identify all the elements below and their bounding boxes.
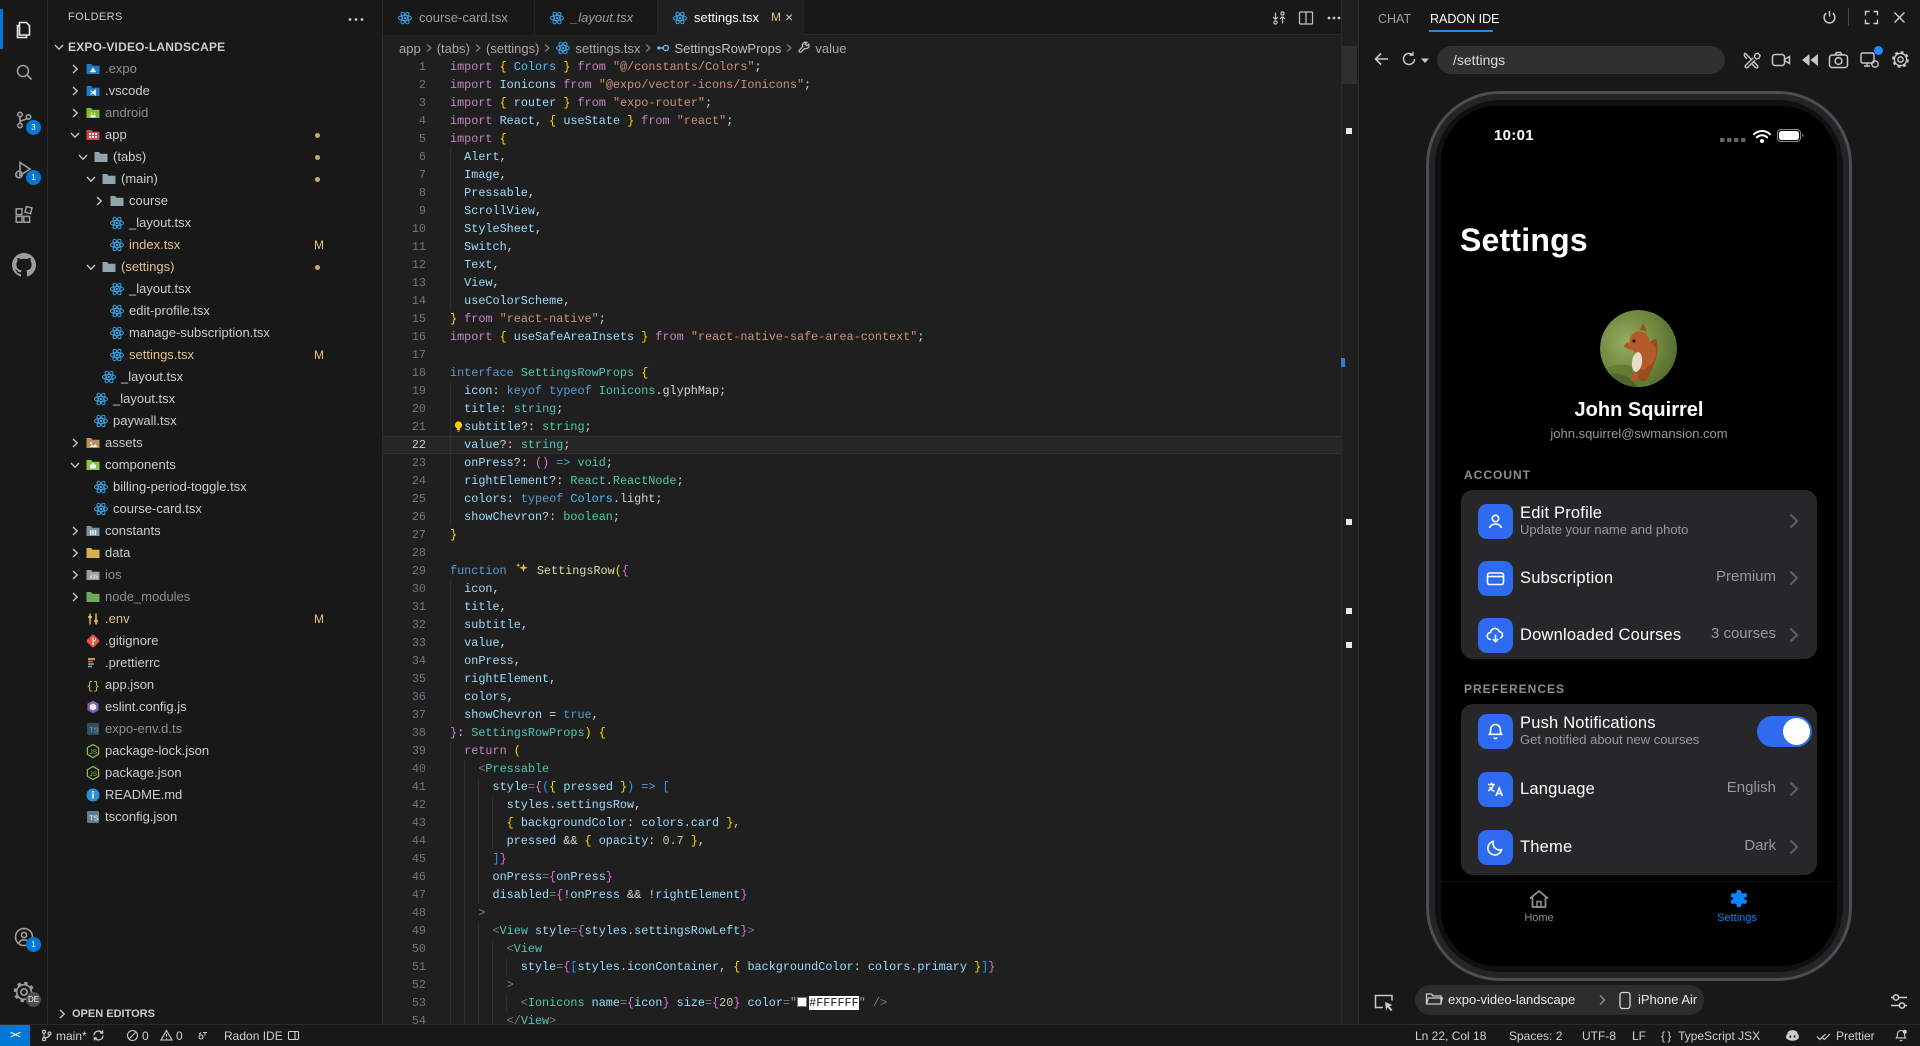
svg-text:iOS: iOS (90, 575, 99, 581)
svg-text:TS: TS (89, 814, 99, 823)
svg-text:JS: JS (90, 771, 98, 778)
svg-text:{}: {} (87, 681, 100, 693)
svg-text:TS: TS (89, 726, 99, 735)
svg-text:JS: JS (90, 749, 98, 756)
